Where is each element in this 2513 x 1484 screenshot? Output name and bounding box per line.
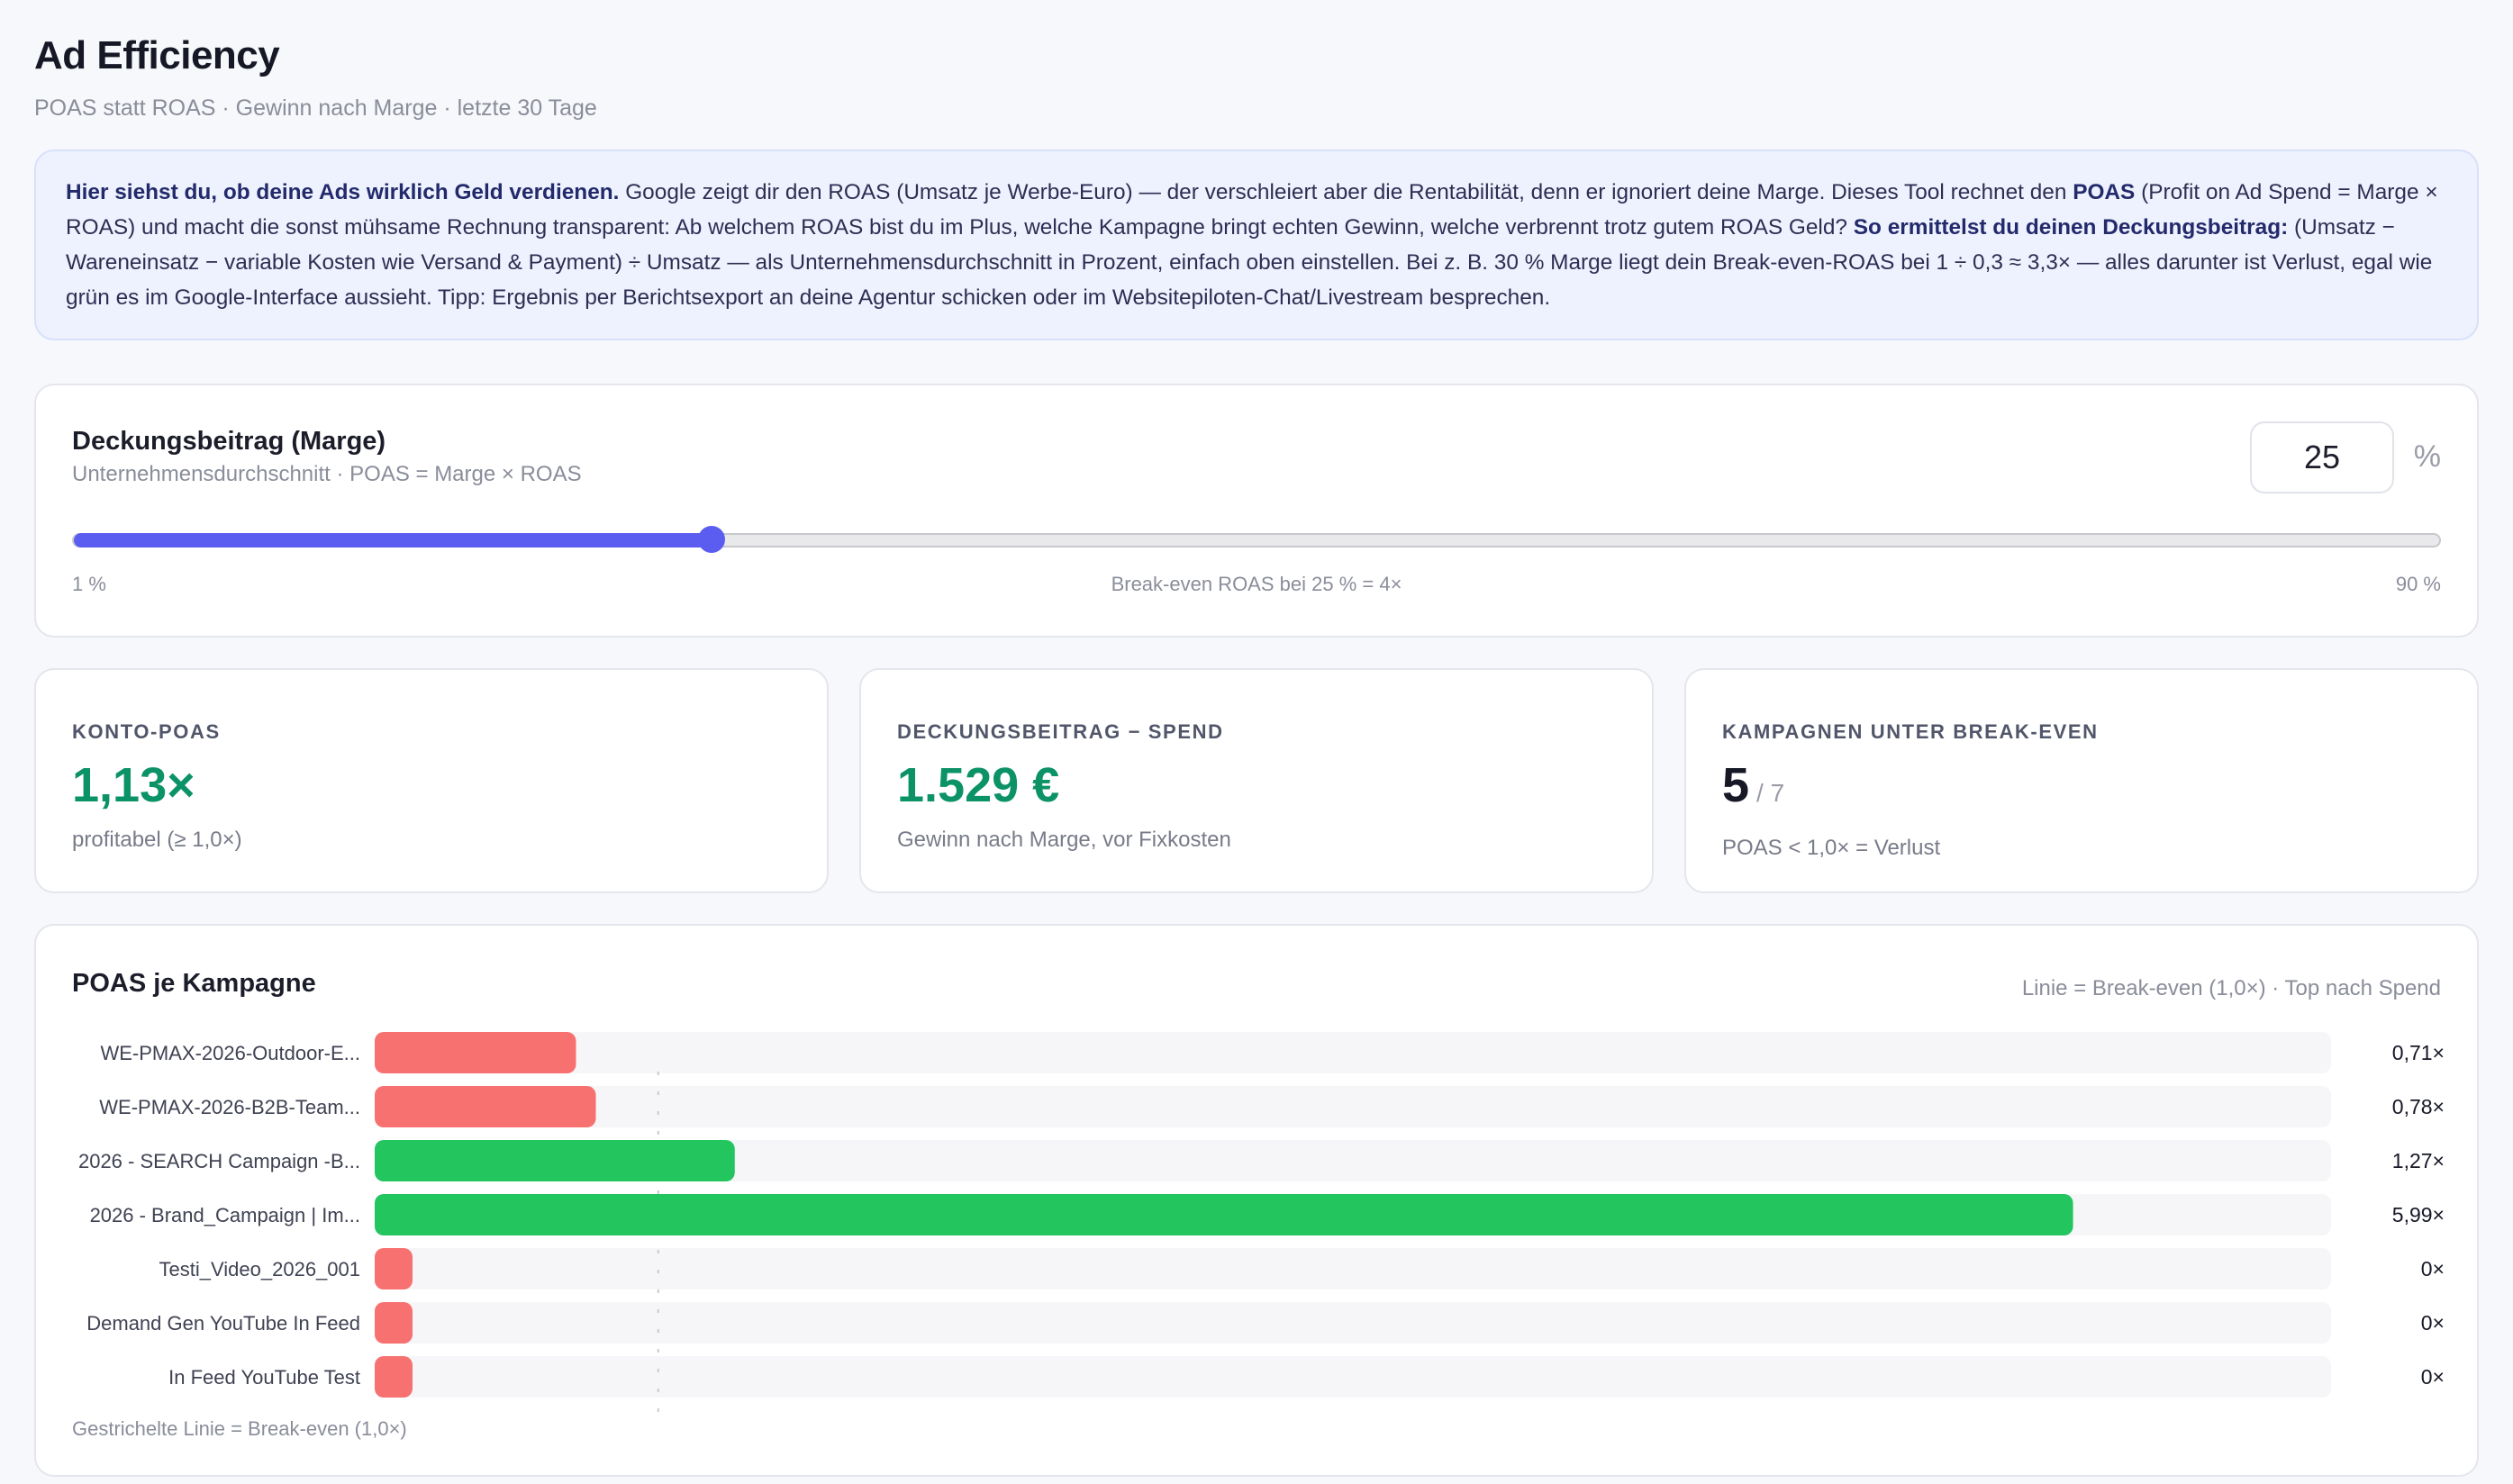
campaign-label: In Feed YouTube Test bbox=[168, 1366, 360, 1389]
ad-efficiency-page: Ad Efficiency POAS statt ROAS · Gewinn n… bbox=[0, 0, 2513, 1484]
margin-input[interactable] bbox=[2250, 421, 2394, 493]
kpi-note: Gewinn nach Marge, vor Fixkosten bbox=[897, 828, 1231, 852]
margin-card: Deckungsbeitrag (Marge) Unternehmensdurc… bbox=[34, 384, 2479, 638]
poas-value-label: 0,71× bbox=[2392, 1041, 2445, 1064]
campaign-bar[interactable] bbox=[375, 1248, 413, 1289]
kpi-label: KONTO-POAS bbox=[72, 720, 221, 743]
campaign-label: Testi_Video_2026_001 bbox=[159, 1258, 360, 1280]
margin-unit: % bbox=[2413, 439, 2441, 474]
slider-max-label: 90 % bbox=[2395, 573, 2441, 595]
poas-value-label: 0,78× bbox=[2392, 1095, 2445, 1118]
bar-track bbox=[375, 1248, 2331, 1289]
break-even-roas-label: Break-even ROAS bei 25 % = 4× bbox=[1111, 573, 1402, 595]
kpi-note: POAS < 1,0× = Verlust bbox=[1722, 836, 1941, 860]
kpi-note: profitabel (≥ 1,0×) bbox=[72, 828, 242, 852]
margin-subtitle: Unternehmensdurchschnitt · POAS = Marge … bbox=[72, 462, 582, 486]
campaign-bar[interactable] bbox=[375, 1140, 735, 1181]
kpi-label: DECKUNGSBEITRAG − SPEND bbox=[897, 720, 1224, 743]
poas-value-label: 0× bbox=[2421, 1257, 2445, 1280]
slider-min-label: 1 % bbox=[72, 573, 106, 595]
margin-title: Deckungsbeitrag (Marge) bbox=[72, 427, 386, 456]
bar-track bbox=[375, 1356, 2331, 1398]
page-title: Ad Efficiency bbox=[34, 33, 280, 77]
page-subtitle: POAS statt ROAS · Gewinn nach Marge · le… bbox=[34, 95, 597, 121]
margin-slider[interactable] bbox=[72, 526, 2441, 553]
bar-track bbox=[375, 1032, 2331, 1073]
kpi-value: 1.529 € bbox=[897, 758, 1060, 812]
campaign-label: 2026 - SEARCH Campaign -B... bbox=[78, 1150, 360, 1172]
chart-footer: Gestrichelte Linie = Break-even (1,0×) bbox=[72, 1417, 407, 1440]
kpi-kampagnen-unter-break-even: KAMPAGNEN UNTER BREAK-EVEN 5/ 7 POAS < 1… bbox=[1684, 668, 2479, 893]
kpi-deckungsbeitrag-spend: DECKUNGSBEITRAG − SPEND 1.529 € Gewinn n… bbox=[859, 668, 1654, 893]
campaign-bar[interactable] bbox=[375, 1086, 596, 1127]
bar-track bbox=[375, 1086, 2331, 1127]
campaign-bar[interactable] bbox=[375, 1194, 2073, 1235]
kpi-value-wrap: 5/ 7 bbox=[1722, 756, 2441, 822]
poas-value-label: 0× bbox=[2421, 1311, 2445, 1335]
info-lead: Hier siehst du, ob deine Ads wirklich Ge… bbox=[66, 180, 620, 204]
kpi-konto-poas: KONTO-POAS 1,13× profitabel (≥ 1,0×) bbox=[34, 668, 829, 893]
margin-slider-fill bbox=[74, 533, 712, 547]
campaign-label: WE-PMAX-2026-Outdoor-E... bbox=[100, 1042, 360, 1064]
poas-bar-chart: WE-PMAX-2026-Outdoor-E... 0,71× WE-PMAX-20… bbox=[78, 1032, 2445, 1423]
info-poas: POAS bbox=[2073, 180, 2136, 204]
campaign-label: 2026 - Brand_Campaign | Im... bbox=[90, 1204, 360, 1226]
kpi-total: / 7 bbox=[1756, 779, 1785, 807]
campaign-label: Demand Gen YouTube In Feed bbox=[86, 1312, 360, 1335]
kpi-value: 1,13× bbox=[72, 758, 195, 812]
info-text-1: Google zeigt dir den ROAS (Umsatz je Wer… bbox=[619, 180, 2073, 204]
poas-value-label: 5,99× bbox=[2392, 1203, 2445, 1226]
campaign-bar[interactable] bbox=[375, 1356, 413, 1398]
margin-slider-thumb[interactable] bbox=[698, 526, 726, 553]
campaign-bar[interactable] bbox=[375, 1032, 576, 1073]
campaign-bar[interactable] bbox=[375, 1302, 413, 1344]
kpi-row: KONTO-POAS 1,13× profitabel (≥ 1,0×) DEC… bbox=[34, 668, 2479, 893]
kpi-value: 5 bbox=[1722, 758, 1750, 812]
poas-value-label: 0× bbox=[2421, 1365, 2445, 1389]
bar-track bbox=[375, 1302, 2331, 1344]
kpi-label: KAMPAGNEN UNTER BREAK-EVEN bbox=[1722, 720, 2099, 743]
poas-value-label: 1,27× bbox=[2392, 1149, 2445, 1172]
info-box: Hier siehst du, ob deine Ads wirklich Ge… bbox=[34, 149, 2479, 340]
info-howto: So ermittelst du deinen Deckungsbeitrag: bbox=[1853, 215, 2289, 240]
campaign-label: WE-PMAX-2026-B2B-Team... bbox=[99, 1096, 360, 1118]
poas-chart-card: POAS je Kampagne Linie = Break-even (1,0… bbox=[34, 924, 2479, 1477]
